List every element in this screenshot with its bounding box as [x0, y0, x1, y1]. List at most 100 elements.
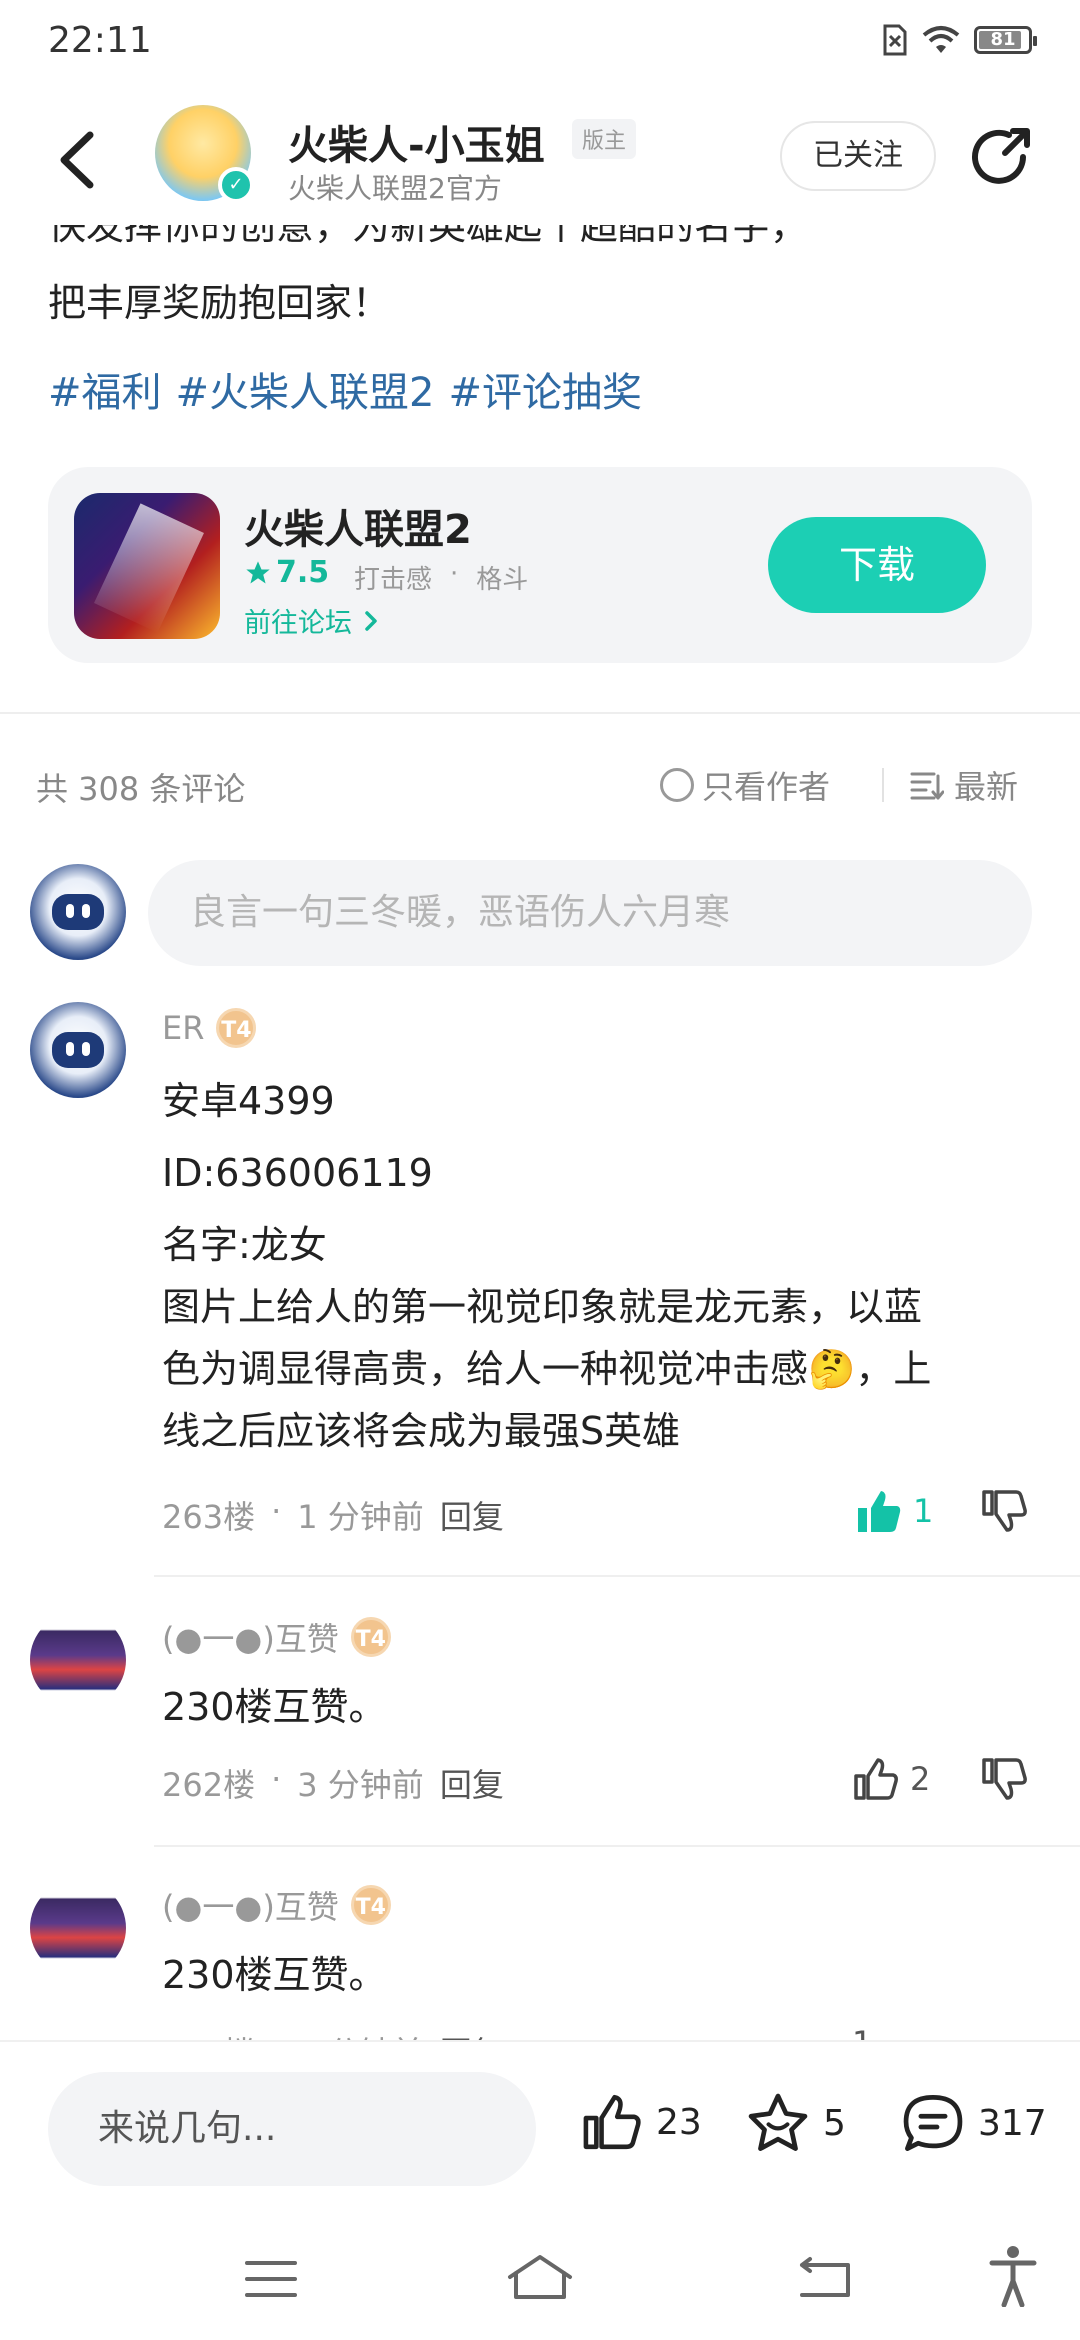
post-like-count: 23: [656, 2101, 702, 2143]
comment-author[interactable]: ER T4: [162, 1008, 257, 1048]
favorite-button[interactable]: 5: [745, 2092, 846, 2154]
thumbs-up-icon: [583, 2094, 641, 2150]
like-count: 2: [910, 1760, 931, 1798]
download-button[interactable]: 下载: [768, 517, 986, 613]
author-subtitle: 火柴人联盟2官方: [288, 172, 502, 205]
home-icon[interactable]: [506, 2253, 574, 2301]
level-badge-icon: T4: [216, 1008, 257, 1048]
post-tags: #福利 #火柴人联盟2 #评论抽奖: [48, 360, 642, 418]
meta-dot: ·: [271, 1760, 282, 1798]
like-button[interactable]: 1: [855, 1488, 933, 1534]
floor-number: 263楼: [162, 1498, 256, 1536]
comment-meta: 263楼 · 1 分钟前 回复: [162, 1492, 504, 1538]
meta-dot: ·: [271, 1492, 282, 1530]
sort-label: 最新: [954, 768, 1019, 806]
game-tags: 打击感 · 格斗: [354, 559, 528, 596]
back-icon[interactable]: [50, 125, 110, 195]
game-rating-value: 7.5: [276, 555, 330, 590]
forum-link-label: 前往论坛: [244, 608, 352, 639]
comment-line: 线之后应该将会成为最强S英雄: [162, 1409, 681, 1453]
post-text-clipped: 快发挥你的创意，为新英雄起个超酷的名字，: [48, 225, 1038, 245]
comment-line: 色为调显得高贵，给人一种视觉冲击感🤔，上: [162, 1347, 932, 1391]
menu-icon[interactable]: [244, 2259, 298, 2299]
comment-author-name: ER: [162, 1009, 205, 1047]
tag-lottery[interactable]: #评论抽奖: [448, 360, 642, 418]
sort-icon: [910, 772, 944, 800]
level-badge-icon: T4: [350, 1617, 391, 1657]
radio-icon: [660, 768, 694, 802]
star-icon: [246, 560, 270, 583]
game-card[interactable]: 火柴人联盟2 7.5 打击感 · 格斗 前往论坛 下载: [48, 467, 1032, 663]
system-nav-bar: [0, 2215, 1080, 2340]
thumbs-down-icon[interactable]: [980, 1756, 1028, 1802]
thumbs-down-icon[interactable]: [980, 1488, 1028, 1534]
thumbs-up-filled-icon: [858, 1491, 901, 1532]
sim-icon: [883, 24, 907, 56]
comment-meta: 262楼 · 3 分钟前 回复: [162, 1760, 504, 1806]
reply-input[interactable]: 来说几句...: [48, 2072, 536, 2186]
sort-button[interactable]: 最新: [910, 762, 1018, 808]
battery-icon: 81: [974, 26, 1037, 54]
comment-avatar[interactable]: [30, 1002, 126, 1098]
like-count: 1: [913, 1492, 934, 1530]
back-nav-icon[interactable]: [798, 2255, 852, 2299]
status-icons: 81: [882, 24, 1037, 56]
forum-link[interactable]: 前往论坛: [244, 601, 381, 640]
comment-avatar[interactable]: [30, 1880, 126, 1976]
game-tag-dot: ·: [450, 559, 459, 589]
bottom-action-bar: 来说几句... 23 5 317: [0, 2040, 1080, 2215]
floor-number: 262楼: [162, 1766, 256, 1804]
comment-author-name: (●一●)互赞: [162, 1888, 339, 1926]
comment-author[interactable]: (●一●)互赞 T4: [162, 1614, 391, 1660]
game-title: 火柴人联盟2: [244, 507, 472, 553]
battery-level: 81: [990, 29, 1016, 50]
follow-button[interactable]: 已关注: [780, 121, 936, 191]
accessibility-icon[interactable]: [988, 2245, 1038, 2307]
comments-button[interactable]: 317: [900, 2092, 1047, 2154]
post-text: 把丰厚奖励抱回家！: [48, 281, 391, 325]
post-like-button[interactable]: 23: [580, 2092, 702, 2152]
game-tag: 打击感: [354, 565, 433, 595]
favorite-count: 5: [823, 2102, 846, 2144]
chevron-right-icon: [364, 611, 377, 631]
post-clipped-line: 快发挥你的创意，为新英雄起个超酷的名字，: [48, 225, 1038, 245]
status-time: 22:11: [48, 20, 152, 61]
comment-line: 安卓4399: [162, 1079, 335, 1123]
tag-game[interactable]: #火柴人联盟2: [176, 360, 435, 418]
divider: [0, 712, 1080, 714]
reply-button[interactable]: 回复: [440, 1492, 504, 1538]
comment-text: 安卓4399 ID:636006119 名字:龙女 图片上给人的第一视觉印象就是…: [162, 1070, 1022, 1462]
comment-avatar[interactable]: [30, 1612, 126, 1708]
only-author-toggle[interactable]: 只看作者: [660, 762, 830, 808]
post-header: ✓ 火柴人-小玉姐 版主 火柴人联盟2官方 已关注: [0, 95, 1080, 225]
game-rating: 7.5: [244, 555, 329, 590]
only-author-label: 只看作者: [702, 768, 831, 806]
comment-count: 共 308 条评论: [36, 770, 246, 808]
comment-line: 图片上给人的第一视觉印象就是龙元素，以蓝: [162, 1285, 923, 1329]
level-badge-icon: T4: [350, 1885, 391, 1925]
game-tag: 格斗: [476, 565, 529, 595]
comment-text: 230楼互赞。: [162, 1953, 387, 1997]
comment-time: 3 分钟前: [297, 1766, 424, 1804]
wifi-icon: [922, 26, 960, 53]
reply-button[interactable]: 回复: [440, 1760, 504, 1806]
comment-line: ID:636006119: [162, 1151, 433, 1195]
comment-text: 230楼互赞。: [162, 1685, 387, 1729]
comment-line: 名字:龙女: [162, 1223, 327, 1267]
author-name[interactable]: 火柴人-小玉姐: [288, 113, 545, 171]
comment-icon: [903, 2095, 963, 2151]
comment-author-name: (●一●)互赞: [162, 1620, 339, 1658]
comment-divider: [154, 1575, 1080, 1577]
divider: [882, 768, 884, 802]
tag-welfare[interactable]: #福利: [48, 360, 162, 418]
share-icon[interactable]: [965, 121, 1037, 193]
star-icon: [748, 2093, 808, 2151]
comment-author[interactable]: (●一●)互赞 T4: [162, 1882, 391, 1928]
my-avatar: [30, 864, 126, 960]
like-button[interactable]: 2: [852, 1756, 930, 1802]
comment-input[interactable]: 良言一句三冬暖，恶语伤人六月寒: [148, 860, 1032, 966]
thumbs-up-icon: [854, 1758, 898, 1800]
comment-divider: [154, 1845, 1080, 1847]
comment-total: 317: [978, 2102, 1047, 2144]
game-icon[interactable]: [74, 493, 220, 639]
